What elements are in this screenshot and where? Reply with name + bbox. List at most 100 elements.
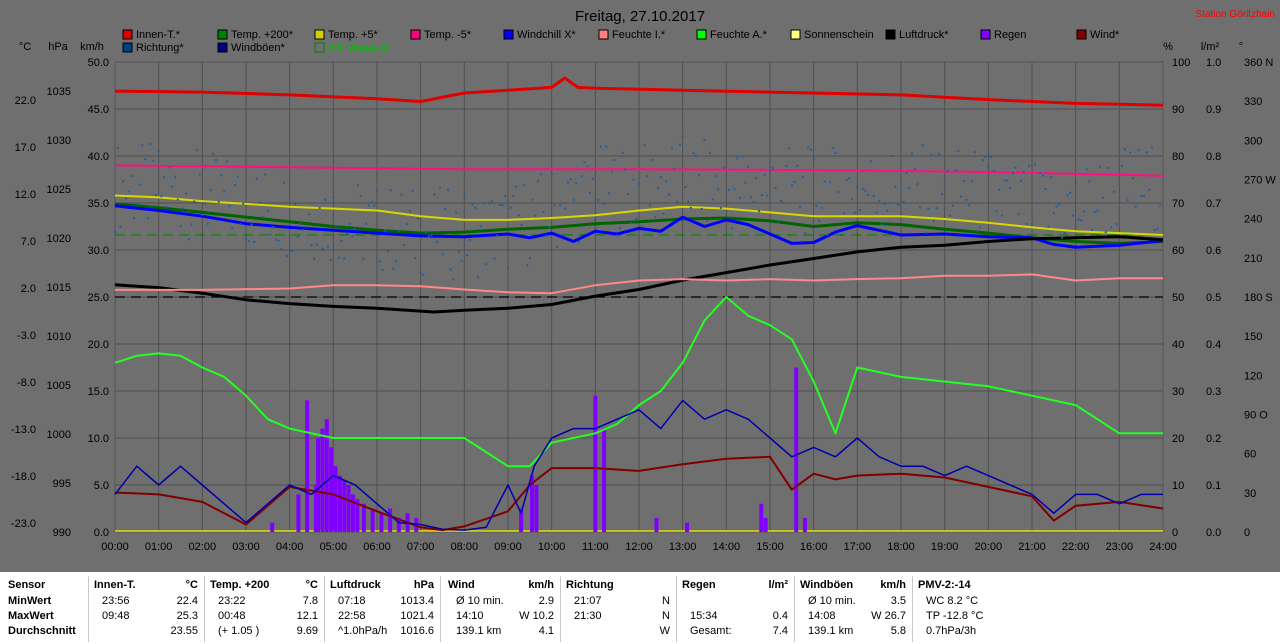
direction-point	[275, 238, 278, 241]
stats-separator	[912, 576, 913, 642]
wind-axis-unit: km/h	[80, 41, 104, 53]
pressure-axis-tick: 990	[53, 527, 71, 539]
direction-point	[575, 182, 578, 185]
direction-point	[294, 203, 297, 206]
rain-bar	[337, 475, 342, 532]
direction-point	[640, 225, 643, 228]
direction-point	[695, 154, 698, 157]
direction-point	[444, 208, 447, 211]
stats-cell-row: WC 8.2 °C	[918, 594, 1014, 609]
stats-cell-value: 3.5	[890, 595, 906, 607]
direction-point	[430, 234, 433, 237]
direction-point	[777, 221, 780, 224]
direction-point	[910, 152, 913, 155]
direction-point	[850, 198, 853, 201]
time-axis-tick: 07:00	[407, 541, 435, 553]
stats-column-unit: °C	[305, 579, 318, 591]
direction-point	[651, 158, 654, 161]
weather-chart: 22.0 17.0 12.0 7.0 2.0 -3.0 -8.0 -13.0 -18.0 -23.…	[0, 0, 1280, 572]
direction-point	[943, 182, 946, 185]
direction-axis-tick: 30	[1244, 488, 1256, 500]
direction-point	[234, 184, 237, 187]
time-axis-tick: 01:00	[145, 541, 173, 553]
rain-bar	[802, 517, 807, 532]
stats-cell-row: 23.55	[94, 624, 198, 639]
pressure-axis-tick: 995	[53, 478, 71, 490]
stats-column-name: Richtung	[566, 579, 614, 591]
stats-cell-time: 14:10	[456, 610, 484, 622]
stats-cell-value: 7.4	[772, 625, 788, 637]
legend-swatch	[598, 29, 609, 40]
rain-bar	[593, 395, 598, 532]
direction-point	[875, 211, 878, 214]
direction-point	[591, 178, 594, 181]
direction-point	[236, 175, 239, 178]
direction-point	[127, 190, 130, 193]
direction-point	[1115, 223, 1118, 226]
direction-point	[376, 189, 378, 192]
time-axis-tick: 23:00	[1106, 541, 1134, 553]
direction-point	[646, 175, 649, 178]
direction-point	[1156, 227, 1159, 230]
direction-point	[714, 174, 717, 177]
direction-point	[760, 194, 763, 197]
stats-cell-row: 23:56 22.4	[94, 594, 198, 609]
direction-point	[1137, 149, 1140, 152]
direction-point	[512, 195, 515, 198]
direction-point	[204, 202, 207, 205]
direction-point	[700, 207, 703, 210]
direction-point	[1153, 229, 1156, 232]
direction-point	[815, 204, 818, 207]
direction-point	[796, 164, 799, 167]
direction-point	[463, 193, 466, 196]
direction-point	[588, 191, 591, 194]
time-axis-tick: 08:00	[451, 541, 479, 553]
humidity-axis-tick: 60	[1172, 245, 1184, 257]
direction-point	[728, 189, 731, 192]
direction-point	[324, 198, 327, 201]
temp-axis-tick: 7.0	[21, 236, 36, 248]
rain-axis-tick: 0.6	[1206, 245, 1221, 257]
direction-point	[225, 160, 228, 163]
direction-point	[981, 159, 984, 162]
time-axis-tick: 16:00	[800, 541, 828, 553]
stats-column-header: Wind km/h	[448, 578, 554, 593]
direction-point	[687, 200, 690, 203]
direction-axis-tick: 180 S	[1244, 292, 1273, 304]
direction-point	[1159, 204, 1162, 207]
direction-point	[706, 219, 709, 222]
direction-point	[719, 206, 722, 209]
stats-column-name: Luftdruck	[330, 579, 381, 591]
stats-cell-value: W 26.7	[871, 610, 906, 622]
legend-swatch	[696, 29, 707, 40]
stats-cell-row: 22:58 1021.4	[330, 609, 434, 624]
wind-axis-tick: 35.0	[88, 198, 109, 210]
direction-point	[520, 224, 523, 227]
stats-separator	[560, 576, 561, 642]
humidity-axis-tick: 70	[1172, 198, 1184, 210]
time-axis-tick: 10:00	[538, 541, 566, 553]
direction-point	[217, 200, 220, 203]
legend-swatch	[503, 29, 514, 40]
direction-point	[436, 240, 439, 243]
stats-column-unit: °C	[185, 579, 198, 591]
direction-point	[395, 259, 398, 262]
direction-point	[1121, 164, 1124, 167]
wind-axis-tick: 0.0	[94, 527, 109, 539]
direction-point	[965, 198, 968, 201]
direction-point	[979, 226, 982, 229]
direction-point	[880, 223, 883, 226]
direction-point	[247, 240, 250, 243]
direction-point	[223, 190, 226, 193]
direction-point	[474, 206, 477, 209]
direction-point	[859, 208, 862, 211]
wind-axis-tick: 30.0	[88, 245, 109, 257]
stats-separator	[440, 576, 441, 642]
direction-point	[992, 170, 995, 173]
direction-point	[1033, 163, 1036, 166]
direction-point	[861, 187, 864, 190]
direction-point	[397, 229, 400, 232]
direction-point	[930, 154, 933, 157]
direction-point	[643, 144, 646, 147]
stats-cell-value: 7.8	[302, 595, 318, 607]
